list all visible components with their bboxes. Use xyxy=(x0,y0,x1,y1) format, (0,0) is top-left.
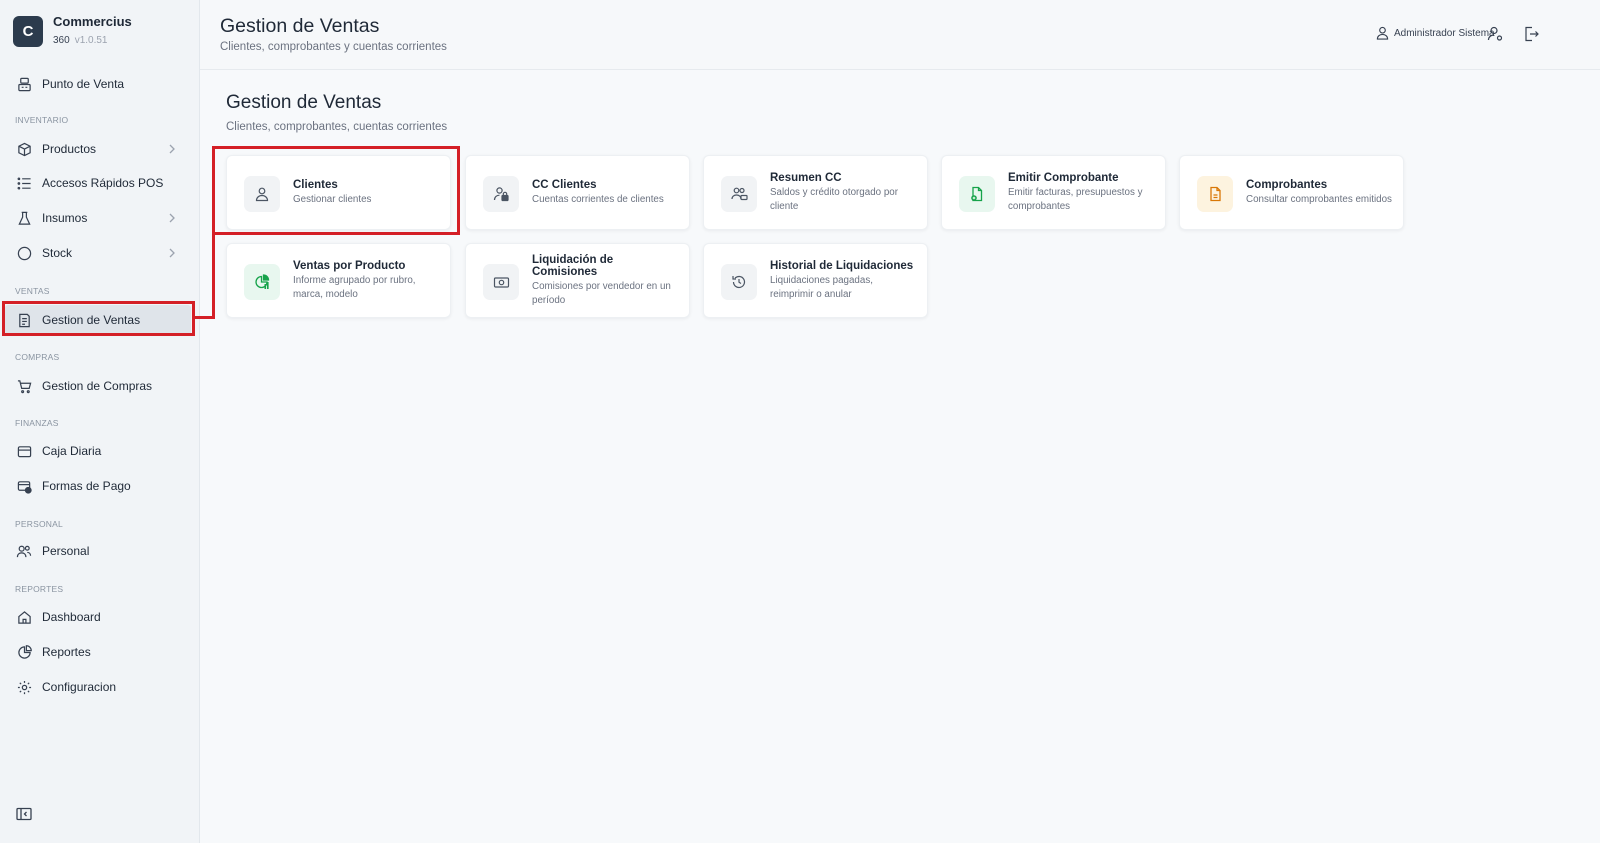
sidebar-item-reportes[interactable]: Reportes xyxy=(5,637,191,667)
logout-icon[interactable] xyxy=(1522,25,1540,43)
sidebar-collapse-icon[interactable] xyxy=(16,807,32,821)
brand-logo: C xyxy=(13,16,43,48)
chart-pie-icon xyxy=(16,644,32,660)
package-icon xyxy=(16,141,32,157)
cart-icon xyxy=(16,378,32,394)
list-icon xyxy=(16,175,32,191)
users-icon xyxy=(16,543,32,559)
card-title: CC Clientes xyxy=(532,178,597,191)
card-title: Clientes xyxy=(293,178,338,191)
card-description: Emitir facturas, presupuestos y comproba… xyxy=(1008,187,1143,212)
card-ventas-por-producto[interactable]: Ventas por Producto Informe agrupado por … xyxy=(226,243,451,318)
card-title: Liquidación de Comisiones xyxy=(532,254,614,279)
card-title: Historial de Liquidaciones xyxy=(770,260,914,273)
user-menu[interactable]: Administrador Sistema xyxy=(1376,26,1495,40)
wallet-icon xyxy=(16,443,32,459)
card-clock-icon xyxy=(16,478,32,494)
sidebar-item-productos[interactable]: Productos xyxy=(5,134,191,164)
section-label-ventas: VENTAS xyxy=(15,286,50,296)
sidebar-item-label: Productos xyxy=(42,142,97,156)
gear-icon xyxy=(16,679,32,695)
highlight-connector xyxy=(212,232,215,319)
card-liquidacion-comisiones[interactable]: Liquidación de Comisiones Comisiones por … xyxy=(465,243,690,318)
sidebar-item-label: Dashboard xyxy=(42,610,101,624)
sidebar-item-label: Stock xyxy=(42,246,73,260)
sidebar-item-label: Reportes xyxy=(42,645,91,659)
card-cc-clientes[interactable]: CC Clientes Cuentas corrientes de cliente… xyxy=(465,155,690,230)
card-description: Cuentas corrientes de clientes xyxy=(532,193,664,205)
sidebar: C Commercius 360 v1.0.51 Punto de Venta I… xyxy=(0,0,200,843)
card-title: Ventas por Producto xyxy=(293,260,406,273)
sidebar-item-label: Insumos xyxy=(42,211,88,225)
sidebar-item-configuracion[interactable]: Configuracion xyxy=(5,672,191,702)
sidebar-item-stock[interactable]: Stock xyxy=(5,238,191,268)
user-name: Administrador Sistema xyxy=(1394,27,1495,39)
header-title: Gestion de Ventas xyxy=(220,15,380,37)
sidebar-item-personal[interactable]: Personal xyxy=(5,536,191,566)
card-title: Emitir Comprobante xyxy=(1008,172,1119,185)
card-description: Gestionar clientes xyxy=(293,193,372,205)
sidebar-item-punto-de-venta[interactable]: Punto de Venta xyxy=(5,69,191,99)
sidebar-item-label: Configuracion xyxy=(42,680,117,694)
sidebar-item-insumos[interactable]: Insumos xyxy=(5,203,191,233)
user-icon xyxy=(255,187,269,202)
chevron-right-icon xyxy=(169,213,175,223)
page-title: Gestion de Ventas xyxy=(226,92,382,113)
card-description: Saldos y crédito otorgado por cliente xyxy=(770,187,898,212)
highlight-sidebar-selection xyxy=(2,301,195,336)
flask-icon xyxy=(16,210,32,226)
sidebar-item-label: Formas de Pago xyxy=(42,479,131,493)
section-label-finanzas: FINANZAS xyxy=(15,418,59,428)
file-icon xyxy=(1209,186,1221,202)
card-title: Comprobantes xyxy=(1246,178,1328,191)
sidebar-item-caja-diaria[interactable]: Caja Diaria xyxy=(5,436,191,466)
header-subtitle: Clientes, comprobantes y cuentas corrien… xyxy=(220,41,447,53)
sidebar-item-gestion-de-compras[interactable]: Gestion de Compras xyxy=(5,371,191,401)
sidebar-item-label: Gestion de Compras xyxy=(42,379,153,393)
users-money-icon xyxy=(730,187,748,201)
chart-pie-icon xyxy=(255,274,270,289)
user-lock-icon xyxy=(493,187,509,202)
page-subtitle: Clientes, comprobantes, cuentas corrient… xyxy=(226,121,448,133)
file-plus-icon xyxy=(971,186,983,202)
sidebar-item-label: Caja Diaria xyxy=(42,444,102,458)
card-historial-liquidaciones[interactable]: Historial de Liquidaciones Liquidaciones … xyxy=(703,243,928,318)
circle-icon xyxy=(16,245,32,261)
top-header: Gestion de Ventas Clientes, comprobantes… xyxy=(200,0,1600,70)
brand-sub: 360 xyxy=(53,34,70,46)
card-description: Comisiones por vendedor en un período xyxy=(532,281,671,306)
card-description: Consultar comprobantes emitidos xyxy=(1246,193,1392,205)
home-icon xyxy=(16,609,32,625)
card-description: Liquidaciones pagadas, reimprimir o anul… xyxy=(770,275,873,300)
banknote-icon xyxy=(493,276,509,288)
sidebar-item-label: Personal xyxy=(42,544,90,558)
card-title: Resumen CC xyxy=(770,172,842,185)
sidebar-item-dashboard[interactable]: Dashboard xyxy=(5,602,191,632)
section-label-reportes: REPORTES xyxy=(15,584,64,594)
card-comprobantes[interactable]: Comprobantes Consultar comprobantes emiti… xyxy=(1179,155,1404,230)
brand-version: v1.0.51 xyxy=(74,34,108,46)
sidebar-item-formas-de-pago[interactable]: Formas de Pago xyxy=(5,471,191,501)
sidebar-item-label: Accesos Rápidos POS xyxy=(42,176,164,190)
sidebar-item-label: Punto de Venta xyxy=(42,77,125,91)
chevron-right-icon xyxy=(169,248,175,258)
brand-name: Commercius xyxy=(53,14,132,29)
card-emitir-comprobante[interactable]: Emitir Comprobante Emitir facturas, presu… xyxy=(941,155,1166,230)
card-clientes[interactable]: Clientes Gestionar clientes xyxy=(226,155,451,230)
section-label-inventario: INVENTARIO xyxy=(15,115,69,125)
brand[interactable]: C Commercius 360 v1.0.51 xyxy=(13,14,132,48)
section-label-compras: COMPRAS xyxy=(15,352,60,362)
user-icon xyxy=(1376,26,1389,40)
user-settings-icon[interactable] xyxy=(1486,25,1504,43)
history-icon xyxy=(732,275,746,289)
chevron-right-icon xyxy=(169,144,175,154)
card-description: Informe agrupado por rubro, marca, model… xyxy=(293,275,416,300)
sidebar-item-accesos-rapidos[interactable]: Accesos Rápidos POS xyxy=(5,168,191,198)
section-label-personal: PERSONAL xyxy=(15,519,63,529)
pos-terminal-icon xyxy=(16,76,32,92)
card-resumen-cc[interactable]: Resumen CC Saldos y crédito otorgado por … xyxy=(703,155,928,230)
